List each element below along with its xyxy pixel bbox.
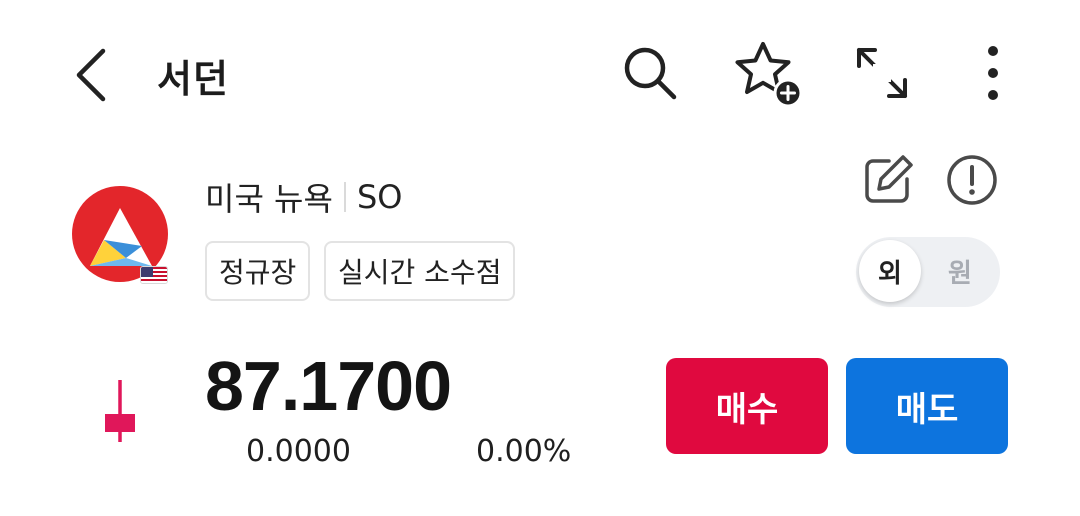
buy-button[interactable]: 매수 [666, 358, 828, 454]
expand-button[interactable] [847, 38, 917, 108]
star-plus-icon [735, 42, 803, 108]
search-button[interactable] [615, 38, 685, 108]
back-button[interactable] [60, 40, 120, 110]
price-change: 0.0000 [246, 434, 351, 469]
market-info: 미국 뉴욕 SO [205, 174, 402, 220]
divider [343, 182, 346, 212]
price-change-percent: 0.00% [476, 434, 572, 469]
alert-circle-icon [947, 155, 997, 205]
info-button[interactable] [937, 148, 1007, 212]
more-button[interactable] [958, 38, 1028, 108]
ticker: SO [356, 178, 403, 216]
chevron-left-icon [76, 48, 106, 102]
session-tag: 정규장 [205, 241, 311, 301]
more-vertical-icon [988, 46, 998, 100]
currency-won-option[interactable]: 원 [929, 240, 991, 302]
expand-icon [857, 48, 907, 98]
candlestick-icon [100, 378, 140, 444]
page-title: 서던 [157, 57, 229, 101]
edit-icon [865, 155, 913, 203]
edit-button[interactable] [853, 148, 923, 212]
us-flag-icon [140, 266, 168, 284]
current-price: 87.1700 [205, 347, 452, 425]
market-name: 미국 뉴욕 [205, 180, 333, 218]
currency-foreign-option[interactable]: 외 [859, 240, 921, 302]
sell-button[interactable]: 매도 [846, 358, 1008, 454]
search-icon [624, 47, 677, 100]
add-watchlist-button[interactable] [733, 38, 803, 108]
fractional-tag: 실시간 소수점 [324, 241, 516, 301]
